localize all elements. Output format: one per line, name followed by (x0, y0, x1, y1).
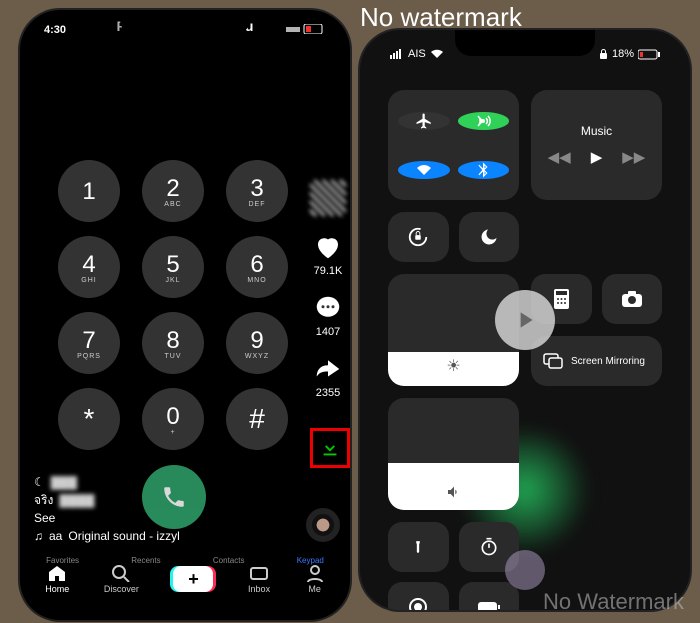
battery-percent: 18% (612, 48, 634, 60)
screen-mirroring[interactable]: Screen Mirroring (531, 336, 662, 386)
create-button[interactable]: + (173, 566, 213, 592)
home-indicator-glow (505, 550, 545, 590)
key-6[interactable]: 6MNO (226, 236, 288, 298)
bluetooth-icon (474, 161, 492, 179)
play-icon[interactable]: ▶ (591, 148, 603, 166)
like-count: 79.1K (314, 265, 343, 277)
status-indicators (286, 24, 326, 36)
key-4[interactable]: 4GHI (58, 236, 120, 298)
music-note-icon: ♫ (34, 527, 43, 545)
download-highlight[interactable] (310, 428, 350, 468)
avatar-blurred[interactable] (310, 180, 346, 216)
key-2[interactable]: 2ABC (142, 160, 204, 222)
key-8[interactable]: 8TUV (142, 312, 204, 374)
download-arrow-icon (319, 437, 341, 459)
carrier: AIS (408, 48, 426, 60)
status-time: 4:30 (44, 24, 66, 36)
music-prefix: aa (49, 527, 62, 545)
mirror-icon (543, 353, 563, 369)
share-icon[interactable] (313, 354, 343, 384)
watermark-bottom: No Watermark (543, 589, 684, 615)
side-action-bar: 79.1K 1407 2355 (310, 180, 346, 399)
music-title[interactable]: Original sound - izzyl (68, 527, 179, 545)
search-icon (111, 564, 131, 582)
lock-icon (599, 49, 608, 60)
bluetooth-toggle[interactable] (458, 161, 510, 179)
wifi-toggle[interactable] (398, 161, 450, 179)
camera[interactable] (602, 274, 663, 324)
caption: See (34, 509, 55, 527)
key-7[interactable]: 7PQRS (58, 312, 120, 374)
phone-left: Following For You 4:30 1 2ABC 3DEF 4GHI … (20, 10, 350, 620)
key-hash[interactable]: # (226, 388, 288, 450)
tab-inbox[interactable]: Inbox (248, 564, 270, 594)
wifi-icon (415, 161, 433, 179)
profile-icon (305, 564, 325, 582)
key-0[interactable]: 0+ (142, 388, 204, 450)
calculator-icon (554, 289, 569, 309)
tab-discover[interactable]: Discover (104, 564, 139, 594)
key-star[interactable]: * (58, 388, 120, 450)
tab-home[interactable]: Home (45, 564, 69, 594)
camera-icon (621, 291, 643, 307)
key-3[interactable]: 3DEF (226, 160, 288, 222)
key-5[interactable]: 5JKL (142, 236, 204, 298)
flashlight[interactable] (388, 522, 449, 572)
cellular-toggle[interactable] (458, 112, 510, 130)
tab-me[interactable]: Me (305, 564, 325, 594)
flashlight-icon (411, 537, 425, 557)
battery-icon (477, 600, 501, 610)
moon-icon (479, 227, 499, 247)
phone-right: AIS 18% Music ◀◀ ▶ ▶▶ (360, 30, 690, 610)
brightness-icon: ☀ (446, 356, 460, 376)
music-tile[interactable]: Music ◀◀ ▶ ▶▶ (531, 90, 662, 200)
lock-rotation-icon (407, 226, 429, 248)
status-bar-left: 4:30 (20, 18, 350, 42)
airplane-toggle[interactable] (398, 112, 450, 130)
home-icon (47, 564, 67, 582)
mirror-label: Screen Mirroring (571, 356, 645, 367)
heart-icon[interactable] (313, 232, 343, 262)
control-center: Music ◀◀ ▶ ▶▶ ☀ Screen Mirroring (388, 90, 662, 610)
app-tabbar: Home Discover + Inbox Me (20, 564, 350, 594)
share-count: 2355 (316, 387, 340, 399)
username[interactable]: จริง (34, 491, 53, 509)
comment-count: 1407 (316, 326, 340, 338)
connectivity-tile[interactable] (388, 90, 519, 200)
airplane-icon (415, 112, 433, 130)
do-not-disturb[interactable] (459, 212, 520, 262)
volume-slider[interactable] (388, 398, 519, 510)
orientation-lock[interactable] (388, 212, 449, 262)
low-power[interactable] (459, 582, 520, 610)
right-panel: AIS 18% Music ◀◀ ▶ ▶▶ (350, 0, 700, 623)
music-label: Music (581, 124, 612, 138)
key-1[interactable]: 1 (58, 160, 120, 222)
battery-icon (638, 49, 660, 60)
screen-record[interactable] (388, 582, 449, 610)
comment-icon[interactable] (313, 293, 343, 323)
video-meta: ☾▓▓▓ จริง▓▓▓▓ See ♫ aa Original sound - … (34, 473, 290, 545)
record-icon (408, 597, 428, 610)
timer-icon (479, 537, 499, 557)
dialer-keypad: 1 2ABC 3DEF 4GHI 5JKL 6MNO 7PQRS 8TUV 9W… (58, 160, 288, 450)
status-bar-right: AIS 18% (360, 44, 690, 64)
music-disc[interactable] (306, 508, 340, 542)
volume-icon (445, 484, 463, 500)
play-icon (512, 307, 538, 333)
left-panel: Following For You 4:30 1 2ABC 3DEF 4GHI … (0, 0, 350, 623)
video-play-overlay[interactable] (495, 290, 555, 350)
next-icon[interactable]: ▶▶ (622, 148, 645, 166)
watermark-top: No watermark (360, 2, 522, 33)
prev-icon[interactable]: ◀◀ (548, 148, 571, 166)
signal-icon (390, 49, 404, 59)
wifi-icon (430, 49, 444, 59)
key-9[interactable]: 9WXYZ (226, 312, 288, 374)
cellular-icon (474, 112, 492, 130)
inbox-icon (249, 564, 269, 582)
